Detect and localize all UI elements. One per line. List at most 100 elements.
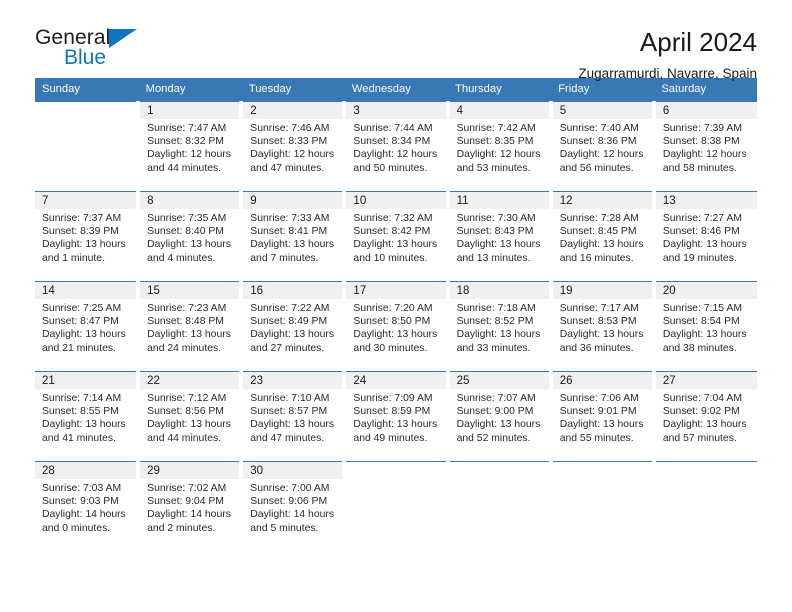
sunrise-text: Sunrise: 7:30 AM [456,213,536,224]
daylight-text-line1: Daylight: 14 hours [147,509,231,521]
sunset-text: Sunset: 8:52 PM [456,316,534,328]
day-details: Sunrise: 7:20 AM Sunset: 8:50 PM Daylight:… [346,299,445,355]
calendar-day-cell[interactable]: 25 Sunrise: 7:07 AM Sunset: 9:00 PM Dayligh… [447,371,553,462]
calendar-day-cell[interactable]: 2 Sunrise: 7:46 AM Sunset: 8:33 PM Daylight… [241,101,347,192]
calendar-day-cell[interactable]: 1 Sunrise: 7:47 AM Sunset: 8:32 PM Daylight… [138,101,244,192]
day-number [35,102,136,119]
daylight-text-line2: and 10 minutes. [353,252,428,264]
sunrise-text: Sunrise: 7:33 AM [250,213,330,224]
daylight-text-line1: Daylight: 13 hours [147,329,231,341]
daylight-text-line1: Daylight: 12 hours [353,149,438,161]
calendar-day-cell[interactable]: 14 Sunrise: 7:25 AM Sunset: 8:47 PM Dayligh… [35,281,141,372]
calendar-day-cell[interactable]: 29 Sunrise: 7:02 AM Sunset: 9:04 PM Dayligh… [138,461,244,552]
daylight-text-line2: and 19 minutes. [662,252,737,264]
daylight-text-line2: and 21 minutes. [42,342,116,354]
calendar-day-cell[interactable]: 5 Sunrise: 7:40 AM Sunset: 8:36 PM Daylight… [550,101,656,192]
sunrise-text: Sunrise: 7:25 AM [42,303,122,314]
calendar-day-cell[interactable]: 18 Sunrise: 7:18 AM Sunset: 8:52 PM Dayligh… [447,281,553,372]
calendar-day-cell[interactable]: 22 Sunrise: 7:12 AM Sunset: 8:56 PM Dayligh… [138,371,244,462]
weekday-header-thursday: Thursday [447,78,552,102]
calendar-day-cell[interactable]: 19 Sunrise: 7:17 AM Sunset: 8:53 PM Dayligh… [550,281,656,372]
calendar-day-cell[interactable]: 12 Sunrise: 7:28 AM Sunset: 8:45 PM Dayligh… [550,191,656,282]
day-details: Sunrise: 7:14 AM Sunset: 8:55 PM Daylight:… [35,389,136,445]
day-details: Sunrise: 7:44 AM Sunset: 8:34 PM Daylight:… [346,119,445,175]
sunset-text: Sunset: 8:33 PM [250,136,328,148]
day-number: 2 [243,102,343,119]
sunset-text: Sunset: 8:38 PM [662,136,740,148]
daylight-text-line1: Daylight: 13 hours [559,419,644,431]
calendar-day-cell[interactable]: 28 Sunrise: 7:03 AM Sunset: 9:03 PM Dayligh… [35,461,141,552]
calendar-cell-empty [550,461,656,552]
day-details: Sunrise: 7:46 AM Sunset: 8:33 PM Daylight:… [243,119,342,175]
weekday-header-wednesday: Wednesday [344,78,449,102]
daylight-text-line1: Daylight: 13 hours [353,239,438,251]
daylight-text-line2: and 36 minutes. [559,342,634,354]
day-details: Sunrise: 7:33 AM Sunset: 8:41 PM Daylight:… [243,209,342,265]
daylight-text-line2: and 49 minutes. [353,432,428,444]
day-number [346,462,445,479]
calendar-day-cell[interactable]: 17 Sunrise: 7:20 AM Sunset: 8:50 PM Dayligh… [344,281,450,372]
sunset-text: Sunset: 8:40 PM [147,226,224,238]
calendar-header-row: Sunday Monday Tuesday Wednesday Thursday… [35,78,757,102]
sunset-text: Sunset: 8:35 PM [456,136,534,148]
day-number: 14 [35,282,137,299]
sunset-text: Sunset: 8:39 PM [42,226,119,238]
sunrise-text: Sunrise: 7:47 AM [147,123,227,134]
sunset-text: Sunset: 8:57 PM [250,406,328,418]
calendar-day-cell[interactable]: 27 Sunrise: 7:04 AM Sunset: 9:02 PM Dayligh… [653,371,757,462]
calendar-day-cell[interactable]: 13 Sunrise: 7:27 AM Sunset: 8:46 PM Dayligh… [653,191,757,282]
sunrise-text: Sunrise: 7:23 AM [147,303,227,314]
sunrise-text: Sunrise: 7:18 AM [456,303,536,314]
day-number: 24 [346,372,446,389]
daylight-text-line2: and 50 minutes. [353,162,428,174]
calendar-day-cell[interactable]: 15 Sunrise: 7:23 AM Sunset: 8:48 PM Dayligh… [138,281,244,372]
day-details: Sunrise: 7:18 AM Sunset: 8:52 PM Daylight:… [450,299,549,355]
general-blue-logo: General Blue [35,26,185,76]
daylight-text-line2: and 5 minutes. [250,522,319,534]
sunset-text: Sunset: 8:46 PM [662,226,740,238]
calendar-day-cell[interactable]: 16 Sunrise: 7:22 AM Sunset: 8:49 PM Dayligh… [241,281,347,372]
sunset-text: Sunset: 8:42 PM [353,226,431,238]
calendar-day-cell[interactable]: 11 Sunrise: 7:30 AM Sunset: 8:43 PM Dayligh… [447,191,553,282]
calendar-day-cell[interactable]: 26 Sunrise: 7:06 AM Sunset: 9:01 PM Dayligh… [550,371,656,462]
calendar-day-cell[interactable]: 21 Sunrise: 7:14 AM Sunset: 8:55 PM Dayligh… [35,371,141,462]
calendar-day-cell[interactable]: 7 Sunrise: 7:37 AM Sunset: 8:39 PM Daylight… [35,191,141,282]
daylight-text-line1: Daylight: 12 hours [456,149,541,161]
sunset-text: Sunset: 9:03 PM [42,496,119,508]
daylight-text-line2: and 1 minute. [42,252,105,264]
daylight-text-line2: and 44 minutes. [147,162,222,174]
daylight-text-line2: and 24 minutes. [147,342,222,354]
weekday-header-saturday: Saturday [653,78,757,102]
calendar-day-cell[interactable]: 30 Sunrise: 7:00 AM Sunset: 9:06 PM Dayligh… [241,461,347,552]
calendar-day-cell[interactable]: 3 Sunrise: 7:44 AM Sunset: 8:34 PM Daylight… [344,101,450,192]
sunset-text: Sunset: 8:53 PM [559,316,637,328]
sunrise-text: Sunrise: 7:07 AM [456,393,536,404]
day-details: Sunrise: 7:42 AM Sunset: 8:35 PM Daylight:… [450,119,549,175]
calendar-day-cell[interactable]: 23 Sunrise: 7:10 AM Sunset: 8:57 PM Dayligh… [241,371,347,462]
day-details: Sunrise: 7:27 AM Sunset: 8:46 PM Daylight:… [656,209,757,265]
daylight-text-line2: and 56 minutes. [559,162,634,174]
sunrise-text: Sunrise: 7:39 AM [662,123,742,134]
daylight-text-line2: and 47 minutes. [250,162,325,174]
calendar-day-cell[interactable]: 8 Sunrise: 7:35 AM Sunset: 8:40 PM Daylight… [138,191,244,282]
day-details: Sunrise: 7:17 AM Sunset: 8:53 PM Daylight:… [553,299,652,355]
calendar-day-cell[interactable]: 20 Sunrise: 7:15 AM Sunset: 8:54 PM Dayligh… [653,281,757,372]
calendar-day-cell[interactable]: 6 Sunrise: 7:39 AM Sunset: 8:38 PM Daylight… [653,101,757,192]
sunrise-text: Sunrise: 7:17 AM [559,303,639,314]
sunrise-text: Sunrise: 7:10 AM [250,393,330,404]
calendar-day-cell[interactable]: 24 Sunrise: 7:09 AM Sunset: 8:59 PM Dayligh… [344,371,450,462]
day-number: 13 [655,192,757,209]
day-number: 17 [346,282,446,299]
sunset-text: Sunset: 9:04 PM [147,496,224,508]
calendar-day-cell[interactable]: 10 Sunrise: 7:32 AM Sunset: 8:42 PM Dayligh… [344,191,450,282]
weekday-header-tuesday: Tuesday [241,78,345,102]
calendar-day-cell[interactable]: 4 Sunrise: 7:42 AM Sunset: 8:35 PM Daylight… [447,101,553,192]
daylight-text-line2: and 52 minutes. [456,432,531,444]
calendar-week-row: 7 Sunrise: 7:37 AM Sunset: 8:39 PM Daylight… [35,191,757,282]
calendar-cell-empty [653,461,757,552]
sunset-text: Sunset: 8:43 PM [456,226,534,238]
calendar-day-cell[interactable]: 9 Sunrise: 7:33 AM Sunset: 8:41 PM Daylight… [241,191,347,282]
day-number: 22 [140,372,240,389]
daylight-text-line2: and 44 minutes. [147,432,222,444]
daylight-text-line2: and 16 minutes. [559,252,634,264]
